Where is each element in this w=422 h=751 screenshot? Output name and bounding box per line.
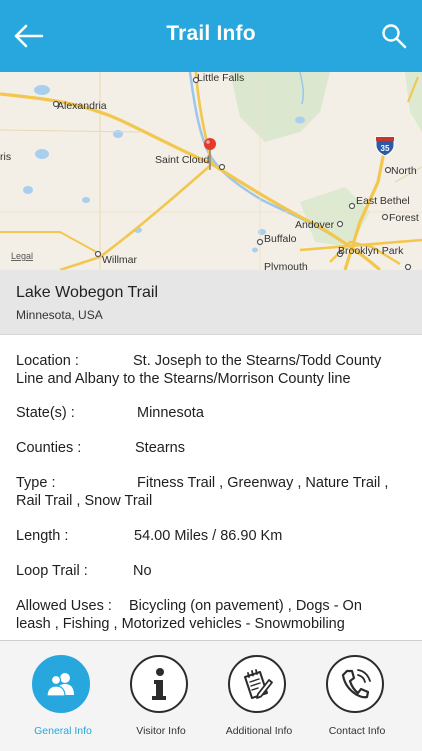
type-value-cont: Rail Trail , Snow Trail [16, 493, 153, 509]
tab-additional-info[interactable]: Additional Info [214, 653, 304, 749]
trail-location: Minnesota, USA [16, 308, 103, 322]
map-label-ris: ris [0, 151, 11, 163]
tab-contact-info-circle [326, 655, 384, 713]
map-label-alexandria: Alexandria [57, 100, 107, 112]
tab-contact-info[interactable]: Contact Info [312, 653, 402, 749]
location-label: Location : [16, 353, 79, 369]
uses-value-cont: leash , Fishing , Motorized vehicles - S… [16, 616, 345, 632]
top-app-bar: Trail Info [0, 0, 422, 72]
detail-length: Length : 54.00 Miles / 86.90 Km [16, 527, 408, 545]
page-title: Trail Info [166, 22, 256, 45]
map-label-forest: Forest [389, 212, 419, 224]
state-value: Minnesota [137, 405, 204, 421]
interstate-number: 35 [381, 144, 390, 153]
loop-value: No [133, 563, 152, 579]
trail-details: Location : St. Joseph to the Stearns/Tod… [0, 335, 422, 640]
map-legal-link[interactable]: Legal [11, 251, 33, 261]
tab-visitor-info-label: Visitor Info [136, 725, 186, 737]
loop-label: Loop Trail : [16, 563, 88, 579]
trail-name: Lake Wobegon Trail [16, 284, 159, 301]
map-label-andover: Andover [295, 219, 335, 231]
detail-allowed-uses: Allowed Uses : Bicycling (on pavement) ,… [16, 597, 408, 633]
map-label-north: North [391, 165, 417, 177]
group-icon [46, 673, 74, 697]
detail-type: Type : Fitness Trail , Greenway , Nature… [16, 474, 408, 510]
tab-contact-info-label: Contact Info [328, 725, 386, 737]
length-label: Length : [16, 528, 69, 544]
state-label: State(s) : [16, 405, 75, 421]
search-icon [382, 24, 407, 49]
notepad-pencil-icon [244, 669, 273, 699]
detail-location: Location : St. Joseph to the Stearns/Tod… [16, 352, 408, 388]
tab-visitor-info[interactable]: Visitor Info [116, 653, 206, 749]
uses-value: Bicycling (on pavement) , Dogs - On [129, 598, 362, 614]
counties-value: Stearns [135, 440, 185, 456]
counties-label: Counties : [16, 440, 82, 456]
trail-summary: Lake Wobegon Trail Minnesota, USA [0, 270, 422, 335]
map-label-buffalo: Buffalo [264, 233, 297, 245]
map-label-little-falls: Little Falls [197, 72, 244, 84]
tab-general-info-label: General Info [34, 725, 92, 737]
length-value: 54.00 Miles / 86.90 Km [134, 528, 283, 544]
detail-loop-trail: Loop Trail : No [16, 562, 408, 580]
map-label-brooklyn-park: Brooklyn Park [338, 245, 404, 257]
tab-general-info[interactable]: General Info [18, 653, 108, 749]
phone-icon [341, 669, 371, 699]
map-label-saint-cloud: Saint Cloud [155, 154, 209, 166]
map-label-east-bethel: East Bethel [356, 195, 410, 207]
location-value-cont: Line and Albany to the Stearns/Morrison … [16, 371, 351, 387]
type-label: Type : [16, 475, 56, 491]
map-label-willmar: Willmar [102, 254, 137, 266]
tab-general-info-circle [32, 655, 90, 713]
tab-additional-info-circle [228, 655, 286, 713]
location-value: St. Joseph to the Stearns/Todd County [133, 353, 382, 369]
search-button[interactable] [380, 22, 408, 50]
bottom-tab-bar: General Info Visitor Info Additional Inf… [0, 640, 422, 751]
map-label-plymouth: Plymouth [264, 261, 308, 270]
tab-additional-info-label: Additional Info [225, 725, 293, 737]
tab-visitor-info-circle [130, 655, 188, 713]
info-icon [152, 668, 166, 700]
detail-counties: Counties : Stearns [16, 439, 408, 457]
type-value: Fitness Trail , Greenway , Nature Trail … [137, 475, 389, 491]
trail-map[interactable]: Little Falls Alexandria Saint Cloud ris … [0, 72, 422, 270]
uses-label: Allowed Uses : [16, 598, 112, 614]
detail-state: State(s) : Minnesota [16, 404, 408, 422]
